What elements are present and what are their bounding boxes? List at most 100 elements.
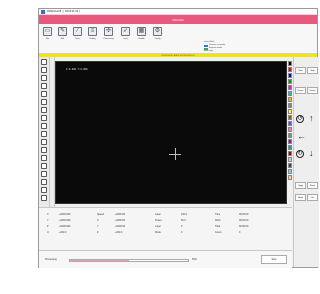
panel-go-button[interactable]: Go [307,194,318,201]
status-label2-column: Speed X Y Z [97,212,104,236]
toolbar-draw-button[interactable]: ∕ Draw [71,27,84,49]
toolbar-handle-button[interactable]: ▦ Handle [135,27,148,49]
info-line: Auto-layer [204,50,314,53]
progress-bar [69,259,189,262]
status-position-column: +0000.000 +0000.000 +0000.000 +000.0 [59,212,70,236]
panel-reset-button[interactable]: Reset [307,182,318,189]
status-panel: X Y Z U +0000.000 +0000.000 +0000.000 +0… [39,207,292,250]
ellipse-tool-icon[interactable] [41,99,47,105]
palette-swatch[interactable] [288,163,292,168]
panel-origin-button[interactable]: Origin [295,182,306,189]
toolbar-laser-label: Laser [122,38,128,40]
pan-tool-icon[interactable] [41,179,47,185]
right-control-panel: Start Stop Pause Frame ↺ ↑ ← ↻ ↓ Origin … [293,57,319,267]
app-banner: RDCAM [39,15,317,24]
palette-swatch[interactable] [288,169,292,174]
notice-stripe: RDWORKS LASER WORKSTATION [39,54,317,57]
stripe-text: RDWORKS LASER WORKSTATION [161,54,195,57]
folder-icon: ▭ [43,27,52,36]
palette-swatch[interactable] [288,79,292,84]
palette-swatch[interactable] [288,175,292,180]
gear-icon: ⚙ [153,27,162,36]
status-value: 00:00:00 [239,225,249,228]
toolbar-config-button[interactable]: ⚙ Config [151,27,164,49]
left-toolbox [39,57,50,207]
arrow-down-icon[interactable]: ↓ [309,149,314,158]
rotate-ccw-icon[interactable]: ↺ [296,115,304,123]
info-line-text: Auto-layer [204,50,214,52]
palette-swatch[interactable] [288,115,292,120]
toolbar-laser-button[interactable]: ➶ Laser [119,27,132,49]
rotate-cw-icon[interactable]: ↻ [296,150,304,158]
toolbar-file-button[interactable]: ▭ File [41,27,54,49]
palette-swatch[interactable] [288,91,292,96]
toolbar-processing-button[interactable]: ✣ Processing [102,27,115,49]
canvas-crosshair-vertical [175,148,176,160]
status-label: Count [215,231,222,234]
progress-value: 50% [192,258,197,261]
zoom-tool-icon[interactable] [41,171,47,177]
panel-pause-button[interactable]: Pause [295,87,306,94]
array-tool-icon[interactable] [41,155,47,161]
status-value4-column: 00:00:00 00:00:00 00:00:00 0 [239,212,248,236]
palette-swatch[interactable] [288,139,292,144]
palette-swatch[interactable] [288,61,292,66]
status-label: Mode [155,231,161,234]
align-tool-icon[interactable] [41,147,47,153]
status-value3-column: 100.0 50.0 0 0 [181,212,187,236]
panel-home-button[interactable]: Home [295,194,306,201]
arrow-up-icon[interactable]: ↑ [309,114,314,123]
toolbar-edit-button[interactable]: ✎ Edit [56,27,69,49]
palette-swatch[interactable] [288,157,292,162]
toolbar-handle-label: Handle [138,38,145,40]
text-tool-icon[interactable] [41,107,47,113]
palette-swatch[interactable] [288,85,292,90]
toolbar-setting-button[interactable]: ≡ Setting [86,27,99,49]
canvas-coordinate-readout: X:0.000 Y:0.000 [66,68,88,71]
polyline-tool-icon[interactable] [41,83,47,89]
rotate-tool-icon[interactable] [41,139,47,145]
panel-stop-button[interactable]: Stop [307,67,318,74]
app-icon [41,9,45,14]
palette-swatch[interactable] [288,127,292,132]
panel-frame-button[interactable]: Frame [307,87,318,94]
progress-stop-button[interactable]: Stop [261,255,287,264]
point-tool-icon[interactable] [41,115,47,121]
palette-swatch[interactable] [288,97,292,102]
window-title: RDWorksV8 - [ RD-8.01.53 ] [47,10,80,13]
palette-swatch[interactable] [288,121,292,126]
select-tool-icon[interactable] [41,59,47,65]
palette-swatch[interactable] [288,109,292,114]
setting-icon: ≡ [88,27,97,36]
palette-swatch[interactable] [288,133,292,138]
palette-swatch[interactable] [288,103,292,108]
processing-icon: ✣ [104,27,113,36]
toolbar-processing-label: Processing [103,38,114,40]
draw-icon: ∕ [73,27,82,36]
progress-bar-fill [70,260,129,261]
toolbar: ▭ File ✎ Edit ∕ Draw ≡ Setting ✣ Process… [39,24,317,54]
axis-label: U [47,231,49,234]
mirror-tool-icon[interactable] [41,131,47,137]
grid-tool-icon[interactable] [41,123,47,129]
info-swatch [204,44,208,47]
status-value: 0 [239,231,241,234]
palette-swatch[interactable] [288,73,292,78]
node-tool-icon[interactable] [41,67,47,73]
line-tool-icon[interactable] [41,75,47,81]
rectangle-tool-icon[interactable] [41,91,47,97]
axis-position-value: +000.0 [59,231,67,234]
trim-tool-icon[interactable] [41,195,47,201]
panel-start-button[interactable]: Start [295,67,306,74]
toolbar-edit-label: Edit [60,38,65,40]
toolbar-draw-label: Draw [75,38,80,40]
weld-tool-icon[interactable] [41,187,47,193]
work-canvas[interactable]: X:0.000 Y:0.000 [55,61,287,204]
progress-label: Processing [45,258,57,261]
status-label: Z [97,231,99,234]
measure-tool-icon[interactable] [41,163,47,169]
arrow-left-icon[interactable]: ← [297,132,306,141]
palette-swatch[interactable] [288,151,292,156]
palette-swatch[interactable] [288,67,292,72]
palette-swatch[interactable] [288,145,292,150]
